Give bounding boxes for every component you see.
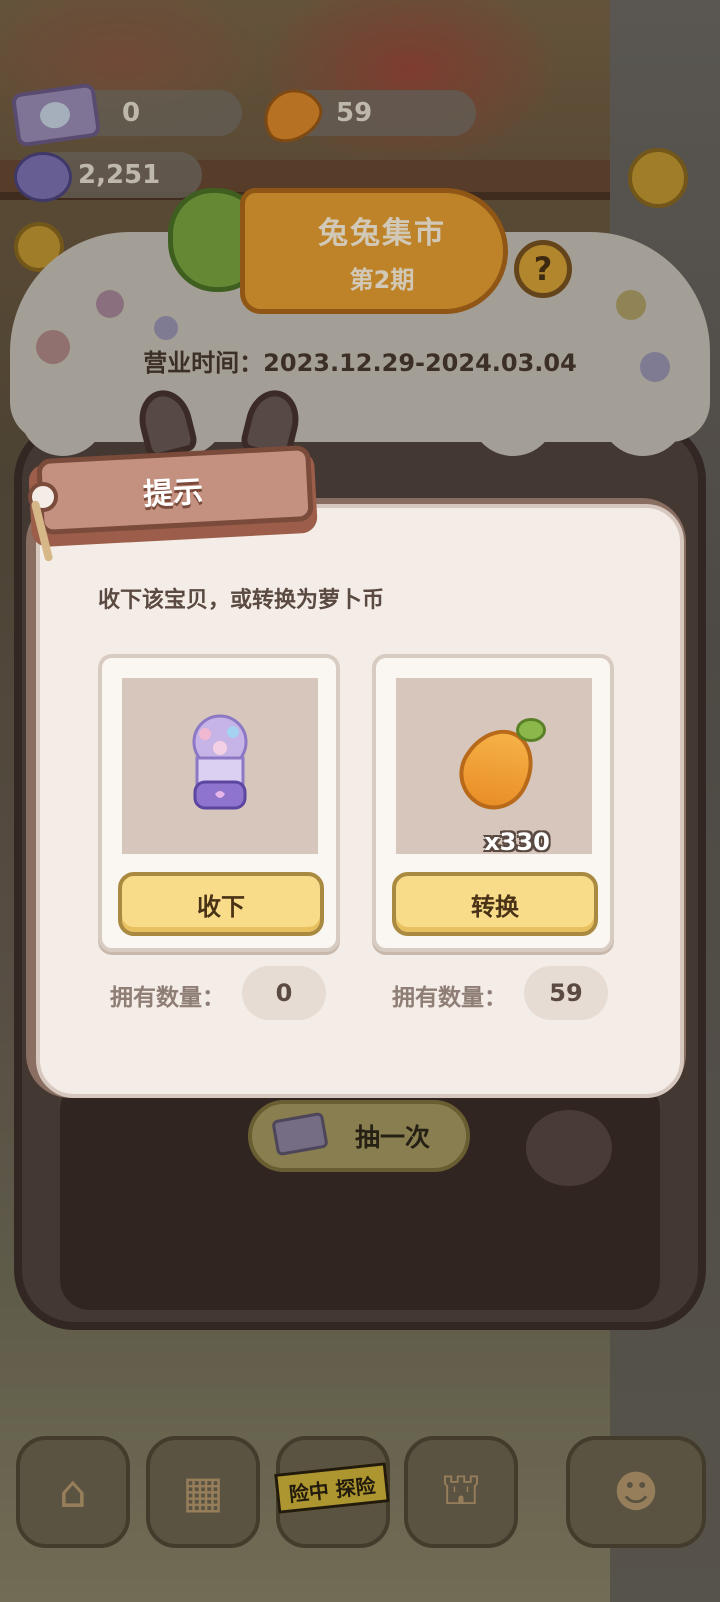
- item-card: 收下: [98, 654, 340, 952]
- carrot-image-frame: x330: [396, 678, 592, 856]
- convert-button[interactable]: 转换: [392, 872, 598, 936]
- carrot-card: x330 转换: [372, 654, 614, 952]
- dialog-prompt: 收下该宝贝，或转换为萝卜币: [98, 588, 385, 613]
- gacha-machine-icon: [192, 714, 248, 810]
- carrot-quantity: x330: [484, 828, 550, 856]
- item-image-frame: [122, 678, 318, 854]
- accept-button[interactable]: 收下: [118, 872, 324, 936]
- dialog-title: 提示: [142, 474, 205, 513]
- carrot-own-label: 拥有数量：: [392, 985, 507, 1011]
- dialog-tag: 提示: [36, 444, 314, 536]
- item-own-count: 0: [242, 966, 326, 1020]
- item-own-label: 拥有数量：: [110, 985, 225, 1011]
- carrot-leaf-icon: [516, 718, 546, 742]
- carrot-own-count: 59: [524, 966, 608, 1020]
